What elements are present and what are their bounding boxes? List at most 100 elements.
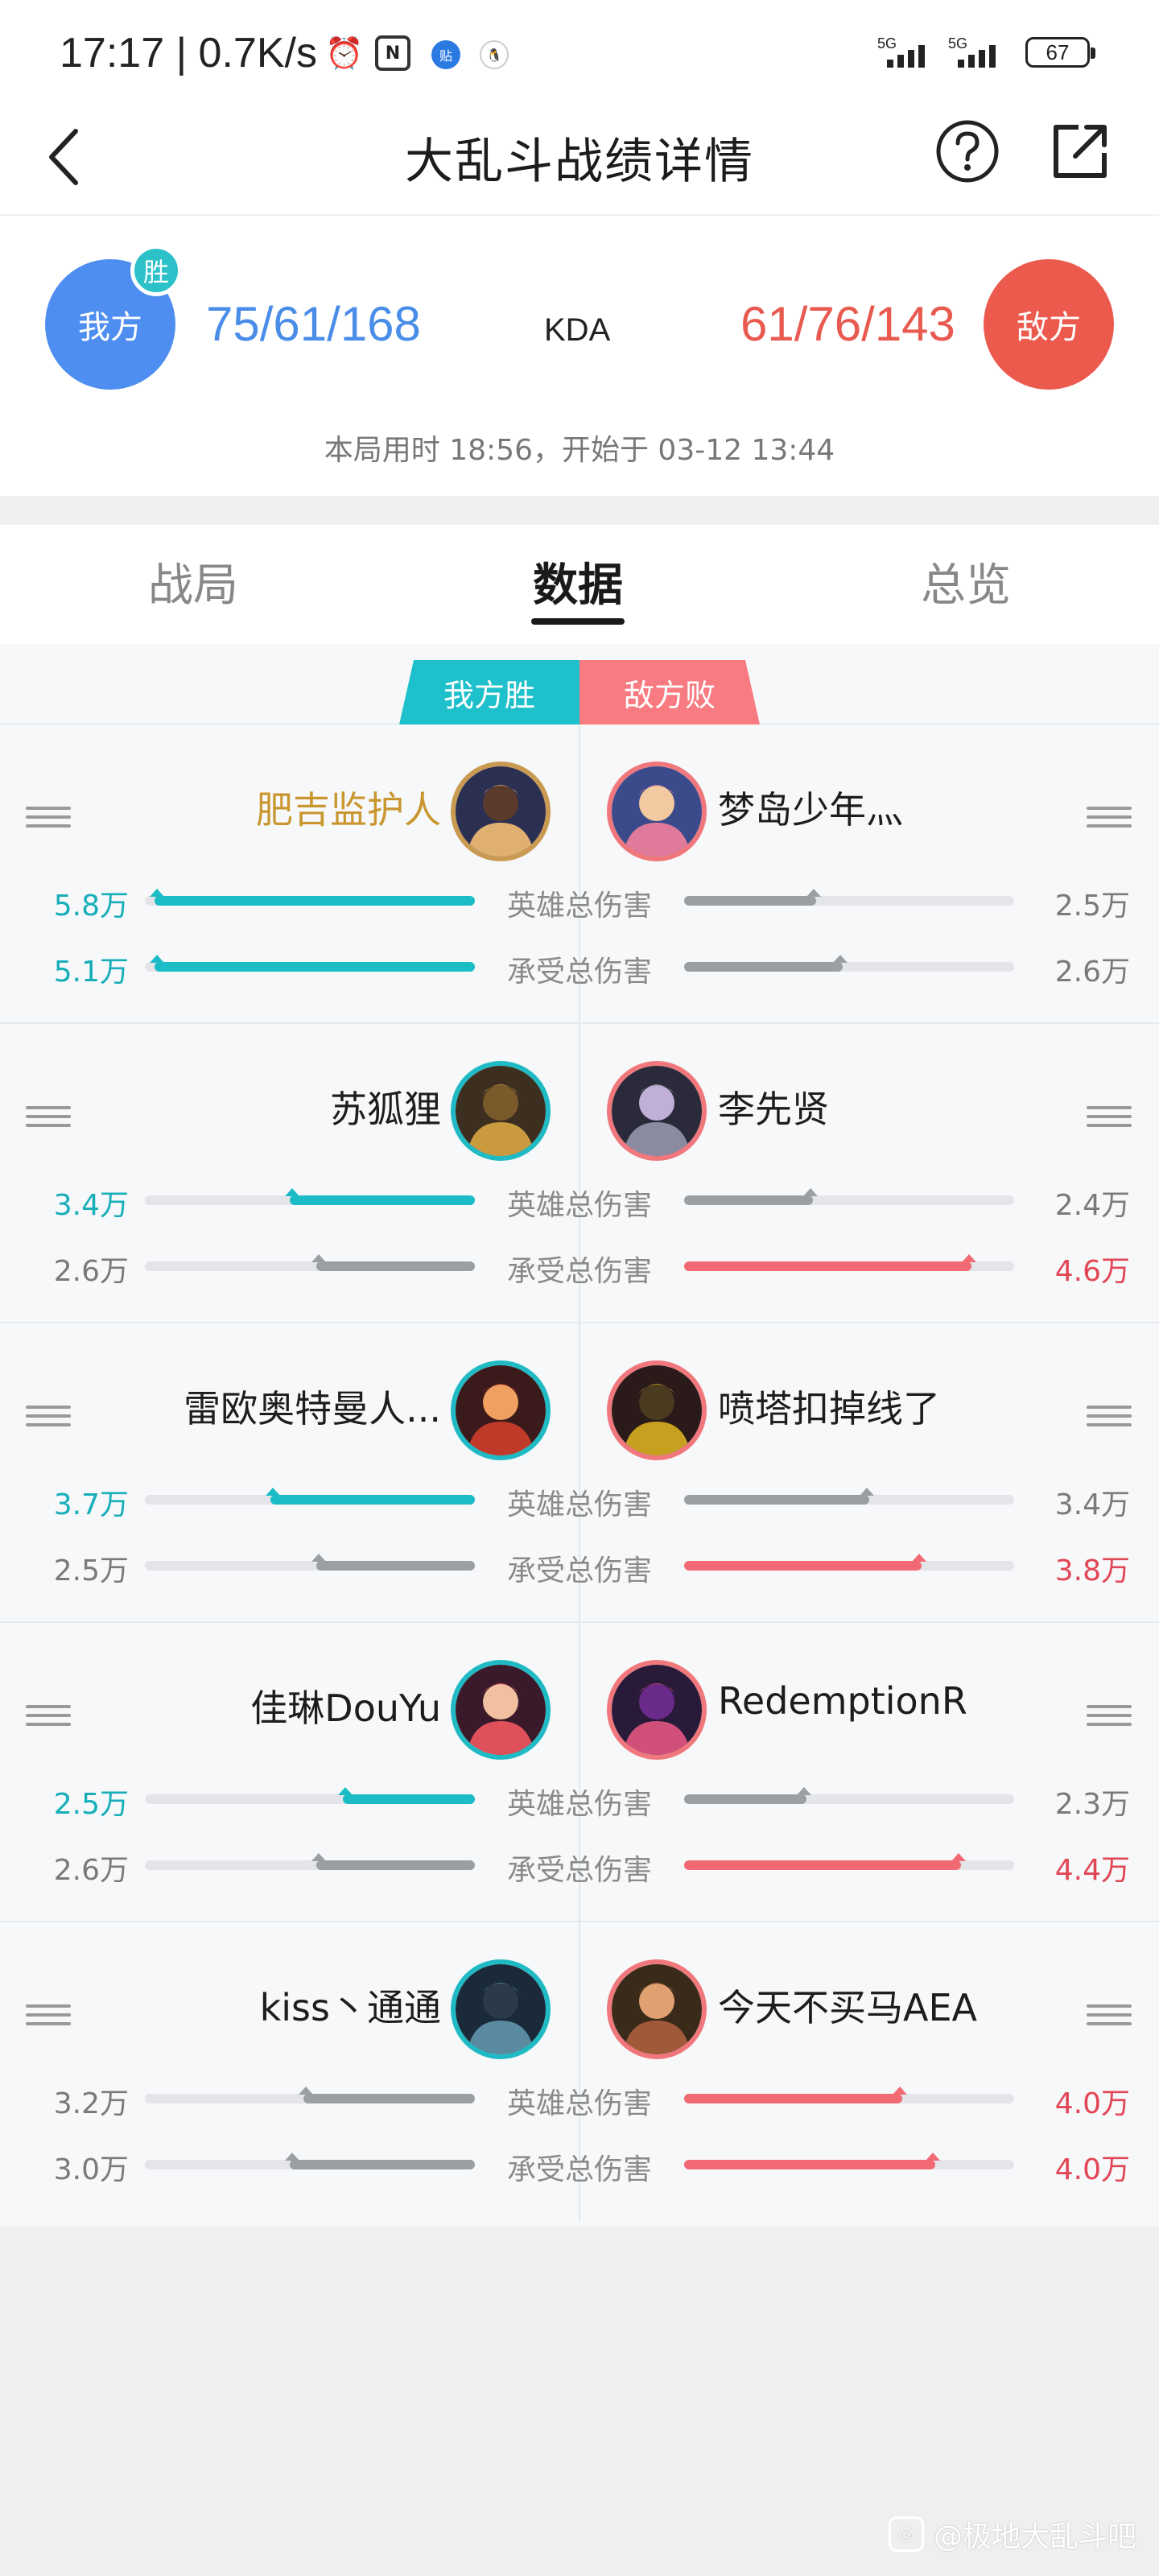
hero-damage-value-left: 3.4万: [53, 1189, 129, 1222]
stat-bar-fill: [265, 1488, 475, 1505]
damage-taken-label: 承受总伤害: [506, 1554, 652, 1587]
damage-taken-value-left: 2.5万: [53, 1554, 129, 1587]
champion-avatar-icon: [456, 766, 546, 857]
stat-bar: [145, 1488, 475, 1505]
player-row: 肥吉监护人 梦岛少年灬 5.8万 英雄总伤害 2.5万 5.1万 承受总伤害 2.6万: [0, 724, 1159, 1024]
hero-damage-value-right: 3.4万: [1054, 1488, 1130, 1521]
player-avatar[interactable]: [607, 762, 707, 861]
player-name[interactable]: 今天不买马AEA: [718, 1979, 977, 2032]
player-avatar[interactable]: [607, 1360, 707, 1460]
stat-bar: [145, 1554, 475, 1571]
hero-damage-value-right: 2.3万: [1054, 1788, 1130, 1821]
player-name[interactable]: 佳琳DouYu: [250, 1679, 441, 1732]
player-avatar[interactable]: [607, 1061, 707, 1161]
champion-avatar-icon: [612, 1665, 702, 1755]
player-name[interactable]: 梦岛少年灬: [718, 781, 903, 834]
player-avatar[interactable]: [607, 1660, 707, 1760]
player-avatar[interactable]: [451, 1061, 551, 1161]
champion-avatar-icon: [456, 1964, 546, 2054]
match-info: 本局用时 18:56，开始于 03-12 13:44: [324, 434, 835, 467]
player-name[interactable]: kiss丶通通: [260, 1979, 441, 2032]
player-row: 雷欧奥特曼人... 喷塔扣掉线了 3.7万 英雄总伤害 3.4万 2.5万 承受总伤害 3.8…: [0, 1323, 1159, 1623]
watermark: ◎ @极地大乱斗吧: [888, 2513, 1136, 2555]
stat-bar-fill: [298, 2087, 475, 2103]
player-avatar[interactable]: [607, 1959, 707, 2059]
stat-bar-tip: [265, 1488, 280, 1496]
player-avatar[interactable]: [451, 1660, 551, 1760]
hero-damage-label: 英雄总伤害: [506, 1788, 652, 1821]
player-name[interactable]: 喷塔扣掉线了: [718, 1380, 940, 1433]
damage-taken-value-right: 3.8万: [1054, 1554, 1130, 1587]
active-tab-indicator: [531, 618, 625, 625]
stat-bar-tip: [802, 1188, 818, 1196]
stat-bar: [145, 2153, 475, 2169]
kda-label: KDA: [544, 312, 611, 348]
player-avatar[interactable]: [451, 762, 551, 861]
stat-bar-fill: [684, 889, 821, 906]
drag-handle-icon[interactable]: [1087, 807, 1132, 828]
damage-taken-label: 承受总伤害: [506, 1854, 652, 1887]
enemy-kda: 61/76/143: [740, 297, 955, 351]
stat-bar-tip: [311, 1554, 327, 1562]
player-name[interactable]: 肥吉监护人: [256, 781, 441, 834]
stat-bar-tip: [859, 1488, 874, 1496]
drag-handle-icon[interactable]: [1087, 1106, 1132, 1127]
stat-bar: [684, 2153, 1014, 2169]
stat-bar-fill: [684, 955, 848, 972]
stat-bar-fill: [311, 1254, 475, 1271]
damage-taken-value-right: 4.0万: [1054, 2153, 1130, 2186]
player-name[interactable]: 雷欧奥特曼人...: [184, 1380, 441, 1433]
battery-icon: 67: [1025, 37, 1095, 68]
stat-bar-tip: [150, 889, 165, 897]
damage-taken-value-right: 4.6万: [1054, 1255, 1130, 1288]
player-avatar[interactable]: [451, 1360, 551, 1460]
stat-bar-tip: [311, 1853, 327, 1861]
drag-handle-icon[interactable]: [1087, 1705, 1132, 1726]
watermark-text: @极地大乱斗吧: [933, 2520, 1136, 2553]
drag-handle-icon[interactable]: [26, 1106, 71, 1127]
drag-handle-icon[interactable]: [1087, 2004, 1132, 2025]
stat-bar: [145, 1188, 475, 1205]
player-name[interactable]: 苏狐狸: [330, 1080, 441, 1133]
share-button[interactable]: [1046, 118, 1114, 185]
signal-icon: 5G: [948, 35, 1014, 71]
ribbon-lose: 敌方败: [580, 660, 760, 724]
damage-taken-value-left: 2.6万: [53, 1255, 129, 1288]
damage-taken-label: 承受总伤害: [506, 1255, 652, 1288]
win-badge: 胜: [130, 245, 182, 296]
stat-bar: [684, 1853, 1014, 1870]
help-button[interactable]: [934, 118, 1001, 185]
damage-taken-label: 承受总伤害: [506, 956, 652, 989]
player-name[interactable]: RedemptionR: [718, 1679, 967, 1723]
stat-bar-tip: [925, 2153, 940, 2161]
player-name[interactable]: 李先贤: [718, 1080, 829, 1133]
drag-handle-icon[interactable]: [26, 1406, 71, 1426]
damage-taken-value-right: 2.6万: [1054, 956, 1130, 989]
drag-handle-icon[interactable]: [1087, 1406, 1132, 1426]
hero-damage-value-left: 2.5万: [53, 1788, 129, 1821]
hero-damage-value-right: 2.5万: [1054, 890, 1130, 923]
player-avatar[interactable]: [451, 1959, 551, 2059]
stat-bar-fill: [684, 1787, 811, 1804]
player-row: 佳琳DouYu RedemptionR 2.5万 英雄总伤害 2.3万 2.6万 承受总伤害…: [0, 1623, 1159, 1922]
drag-handle-icon[interactable]: [26, 807, 71, 828]
stat-bar: [145, 1787, 475, 1804]
stat-bar-tip: [285, 1188, 300, 1196]
stat-bar: [684, 955, 1014, 972]
ribbon-win: 我方胜: [399, 660, 580, 724]
stat-bar-fill: [684, 1188, 818, 1205]
damage-taken-value-left: 5.1万: [53, 956, 129, 989]
drag-handle-icon[interactable]: [26, 2004, 71, 2025]
stat-bar-tip: [338, 1787, 353, 1795]
tab-battle[interactable]: 战局: [113, 549, 274, 614]
hero-damage-value-left: 5.8万: [53, 890, 129, 923]
stat-bar-fill: [684, 2153, 940, 2169]
stat-bar: [684, 889, 1014, 906]
tab-data[interactable]: 数据: [497, 549, 658, 614]
hero-damage-value-left: 3.2万: [53, 2087, 129, 2120]
stat-bar-tip: [311, 1254, 327, 1262]
drag-handle-icon[interactable]: [26, 1705, 71, 1726]
app-notification-icon: 贴: [431, 40, 460, 69]
stat-bar-tip: [796, 1787, 811, 1795]
tab-overview[interactable]: 总览: [885, 549, 1046, 614]
